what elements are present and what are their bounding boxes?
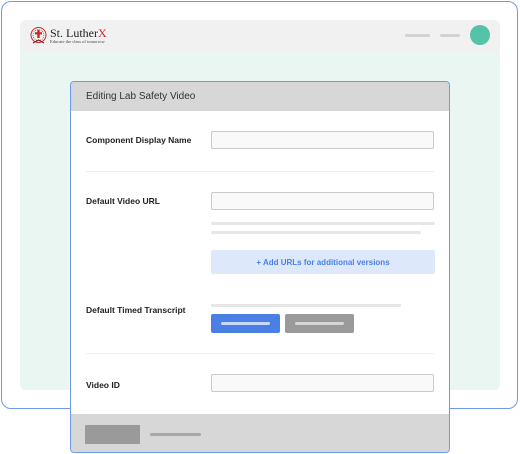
transcript-secondary-button[interactable] (285, 314, 354, 333)
save-button[interactable] (85, 425, 140, 444)
nav-link-placeholder[interactable] (440, 34, 460, 37)
user-avatar[interactable] (470, 25, 490, 45)
brand-name: St. LutherX (50, 27, 107, 39)
edit-component-modal: Editing Lab Safety Video Component Displ… (70, 81, 450, 453)
add-urls-button[interactable]: + Add URLs for additional versions (211, 250, 435, 274)
transcript-help-placeholder (211, 304, 401, 307)
transcript-primary-button[interactable] (211, 314, 280, 333)
timed-transcript-label: Default Timed Transcript (86, 305, 186, 315)
brand-name-main: St. Luther (50, 26, 98, 41)
video-url-label: Default Video URL (86, 196, 160, 206)
modal-header: Editing Lab Safety Video (71, 82, 449, 111)
button-label-placeholder (295, 322, 344, 325)
modal-title: Editing Lab Safety Video (86, 91, 196, 102)
brand-logo[interactable]: St. LutherX Educate the class of tomorro… (30, 24, 107, 48)
video-id-label: Video ID (86, 380, 120, 390)
button-label-placeholder (221, 322, 270, 325)
brand-wordmark: St. LutherX Educate the class of tomorro… (50, 27, 107, 45)
top-navigation-bar: St. LutherX Educate the class of tomorro… (20, 20, 500, 51)
display-name-label: Component Display Name (86, 135, 192, 145)
help-text-placeholder (211, 231, 421, 234)
cancel-link[interactable] (150, 433, 201, 436)
modal-footer (71, 414, 449, 452)
section-divider (86, 353, 434, 354)
brand-tagline: Educate the class of tomorrow (50, 39, 105, 45)
video-url-input[interactable] (211, 192, 434, 210)
video-id-input[interactable] (211, 374, 434, 392)
display-name-input[interactable] (211, 131, 434, 149)
section-divider (86, 171, 434, 172)
nav-link-placeholder[interactable] (405, 34, 430, 37)
help-text-placeholder (211, 222, 435, 225)
crest-icon (30, 27, 47, 44)
brand-name-x: X (98, 26, 107, 41)
